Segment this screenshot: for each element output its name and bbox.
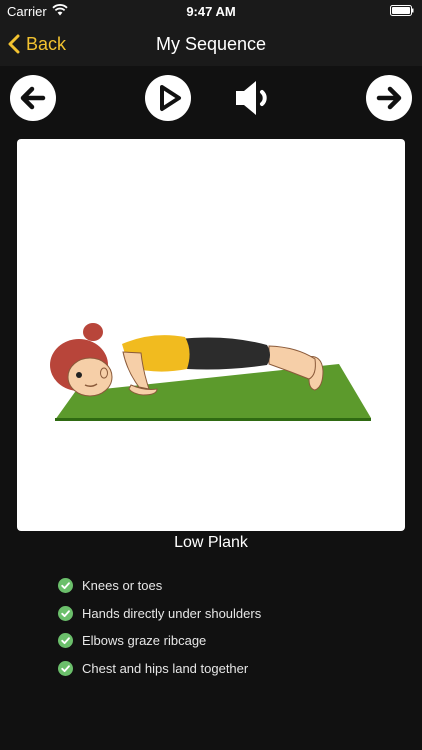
play-button[interactable]	[145, 75, 191, 121]
nav-bar: Back My Sequence	[0, 22, 422, 66]
low-plank-illustration	[50, 323, 371, 421]
list-item: Hands directly under shoulders	[58, 600, 261, 628]
arrow-right-icon	[366, 75, 412, 121]
pose-name: Low Plank	[174, 534, 248, 551]
list-item: Chest and hips land together	[58, 655, 261, 683]
list-item: Knees or toes	[58, 572, 261, 600]
pose-image-card	[17, 139, 405, 531]
check-circle-icon	[58, 660, 73, 676]
play-icon	[145, 75, 191, 121]
sound-button[interactable]	[232, 75, 278, 121]
previous-button[interactable]	[10, 75, 56, 121]
tip-text: Chest and hips land together	[82, 660, 249, 676]
check-circle-icon	[58, 578, 73, 594]
list-item: Elbows graze ribcage	[58, 627, 261, 655]
check-circle-icon	[58, 605, 73, 621]
battery-icon	[390, 5, 414, 16]
check-circle-icon	[58, 633, 73, 649]
status-bar: Carrier 9:47 AM	[0, 0, 422, 22]
tip-text: Elbows graze ribcage	[82, 633, 207, 649]
arrow-left-icon	[10, 75, 56, 121]
next-button[interactable]	[366, 75, 412, 121]
tip-text: Hands directly under shoulders	[82, 605, 262, 621]
playback-controls	[0, 66, 422, 130]
speaker-icon	[236, 81, 267, 115]
status-time: 9:47 AM	[186, 4, 236, 19]
pose-tips-list: Knees or toes Hands directly under shoul…	[58, 572, 261, 682]
tip-text: Knees or toes	[82, 578, 163, 594]
page-title: My Sequence	[155, 34, 267, 54]
